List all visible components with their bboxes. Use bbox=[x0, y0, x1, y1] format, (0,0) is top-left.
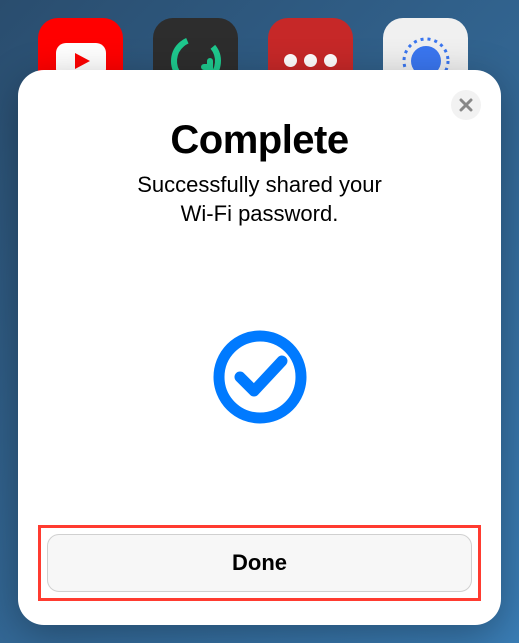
success-indicator bbox=[42, 228, 477, 525]
close-button[interactable] bbox=[451, 90, 481, 120]
checkmark-circle-icon bbox=[210, 327, 310, 427]
modal-subtitle: Successfully shared your Wi-Fi password. bbox=[42, 171, 477, 228]
modal-title: Complete bbox=[42, 118, 477, 163]
done-button-highlight: Done bbox=[38, 525, 481, 601]
done-button[interactable]: Done bbox=[47, 534, 472, 592]
more-dots-icon bbox=[284, 54, 337, 67]
close-icon bbox=[459, 98, 473, 112]
wifi-share-complete-modal: Complete Successfully shared your Wi-Fi … bbox=[18, 70, 501, 625]
